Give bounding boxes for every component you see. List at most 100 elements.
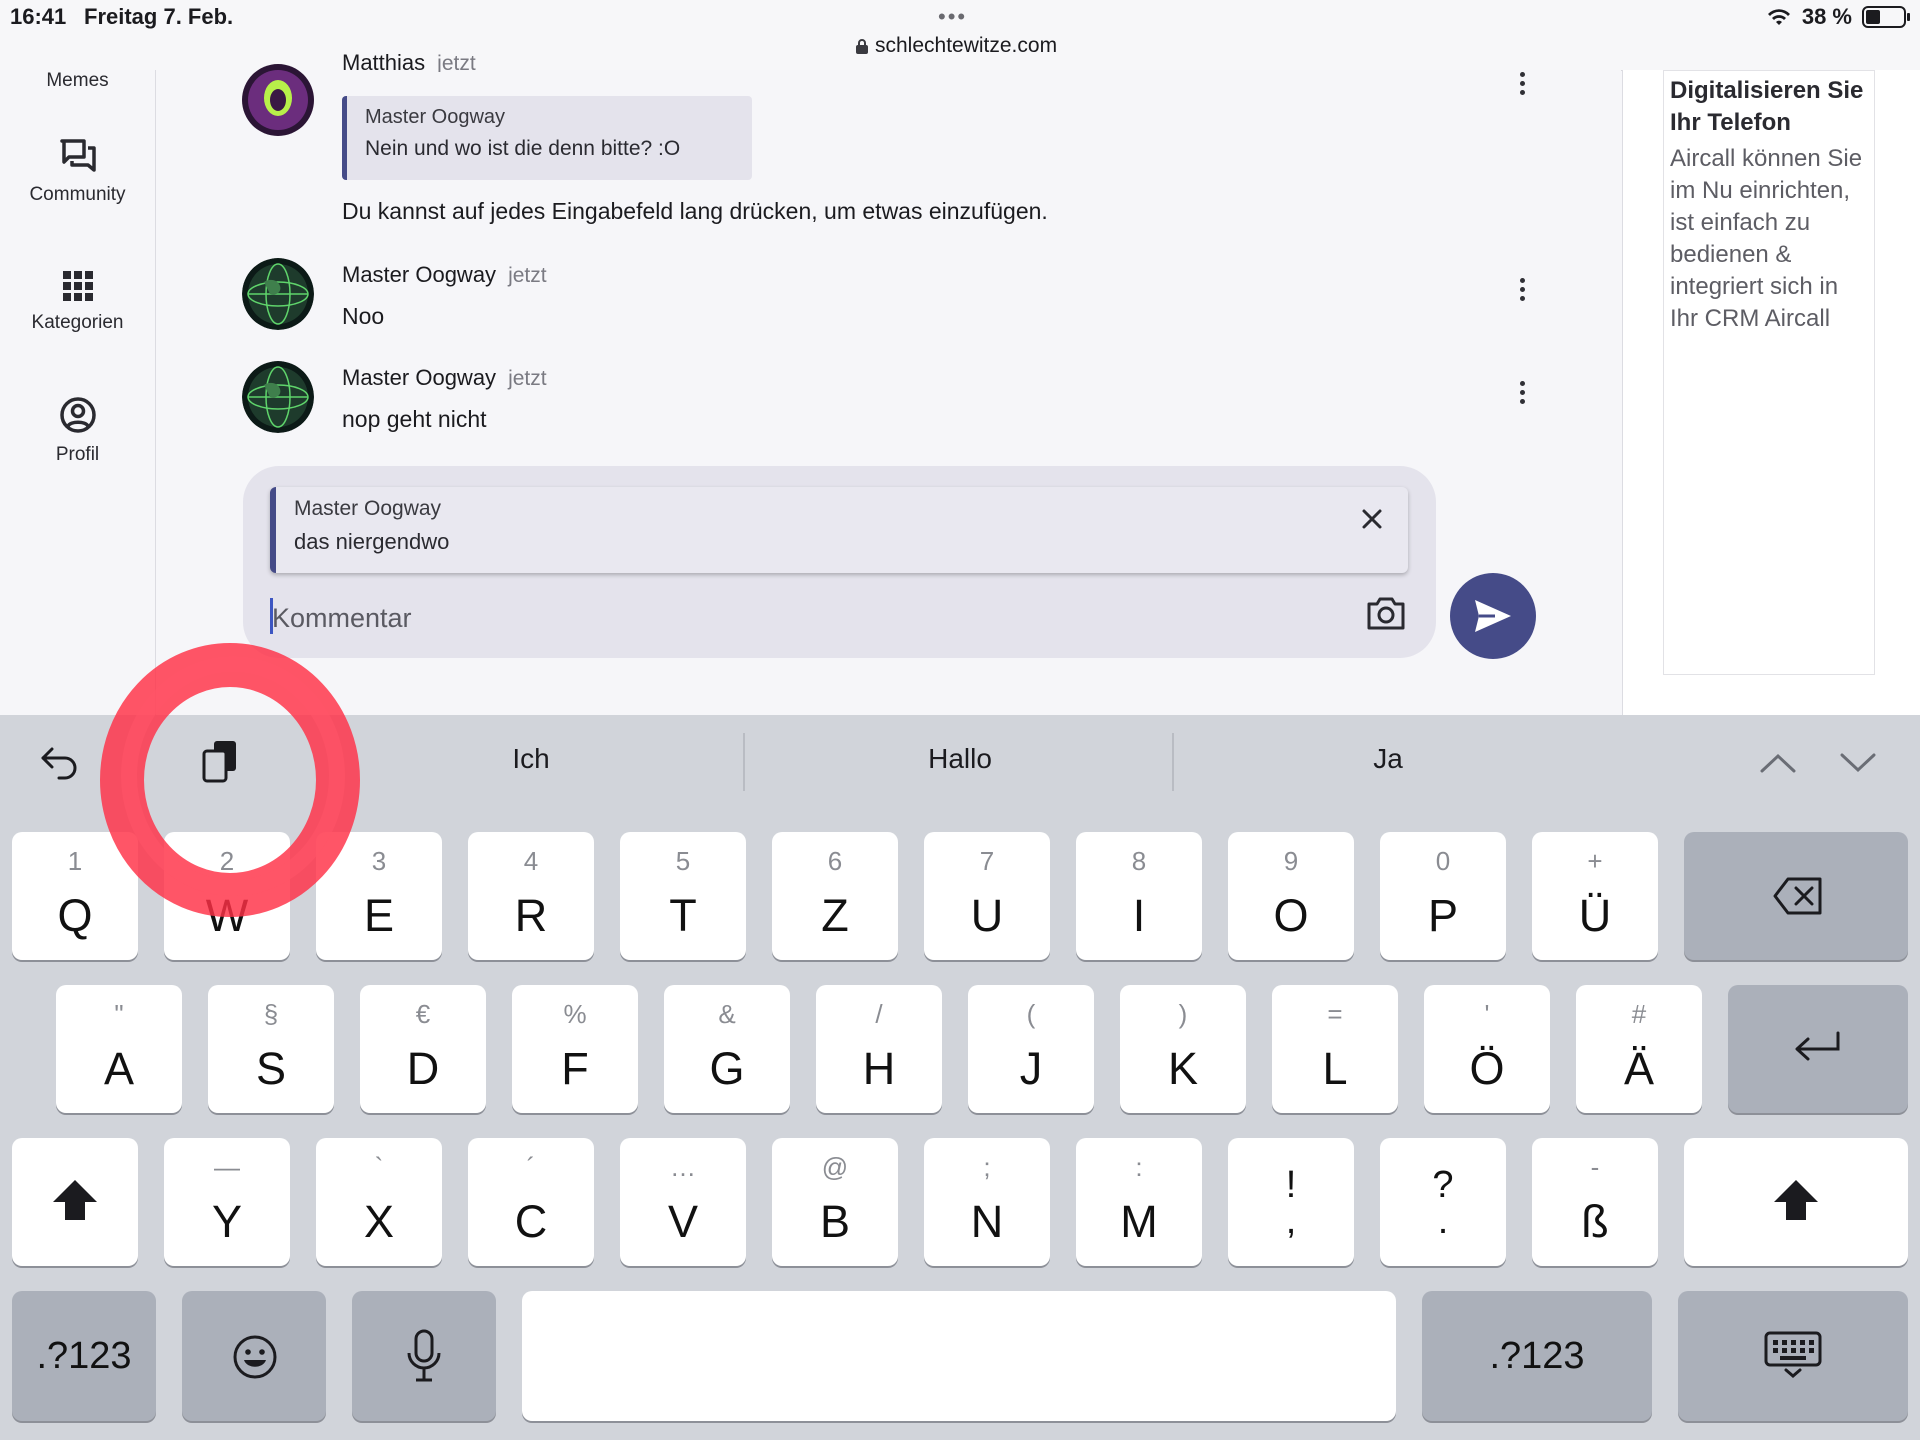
return-icon <box>1795 1031 1840 1061</box>
key-g[interactable]: & G <box>664 985 790 1113</box>
comment-text: nop geht nicht <box>342 406 487 432</box>
shift-key-left[interactable] <box>12 1138 138 1266</box>
text-cursor <box>270 598 273 634</box>
key-comma[interactable]: !, <box>1228 1138 1354 1266</box>
numbers-key-right[interactable]: .?123 <box>1422 1291 1652 1421</box>
key-b[interactable]: @ B <box>772 1138 898 1266</box>
ad-title: Digitalisieren Sie Ihr Telefon <box>1670 77 1864 136</box>
quoted-message: Master Oogway Nein und wo ist die denn b… <box>342 96 752 180</box>
space-key[interactable] <box>522 1291 1396 1421</box>
camera-icon[interactable] <box>1365 595 1407 631</box>
key-c[interactable]: ´ C <box>468 1138 594 1266</box>
key-m[interactable]: :M <box>1076 1138 1202 1266</box>
key-period[interactable]: ?. <box>1380 1138 1506 1266</box>
keyboard-dismiss-icon <box>1764 1331 1822 1378</box>
key-f[interactable]: % F <box>512 985 638 1113</box>
key-y[interactable]: — Y <box>164 1138 290 1266</box>
onscreen-keyboard: Ich Hallo Ja 1Q 2W 3E 4R 5T 6Z 7U 8I 9O … <box>0 715 1920 1440</box>
shift-icon <box>53 1180 97 1220</box>
key-o[interactable]: 9O <box>1228 832 1354 960</box>
status-bar: 16:41 Freitag 7. Feb. ••• schlechtewitze… <box>0 0 1920 71</box>
send-button[interactable] <box>1450 573 1536 659</box>
suggestion-ja[interactable]: Ja <box>1288 743 1488 775</box>
avatar[interactable] <box>242 64 314 136</box>
key-w[interactable]: 2W <box>164 832 290 960</box>
suggestion-hallo[interactable]: Hallo <box>860 743 1060 775</box>
close-icon[interactable] <box>1358 505 1386 533</box>
battery-icon <box>1862 6 1910 28</box>
lock-icon <box>856 39 868 54</box>
sidebar-item-label: Kategorien <box>31 312 124 333</box>
key-i[interactable]: 8I <box>1076 832 1202 960</box>
avatar[interactable] <box>242 258 314 330</box>
sidebar-item-label: Profil <box>55 444 100 465</box>
reply-text: das niergendwo <box>294 529 450 554</box>
comment-author: Master Oogway jetzt <box>342 262 547 287</box>
key-z[interactable]: 6Z <box>772 832 898 960</box>
key-k[interactable]: ) K <box>1120 985 1246 1113</box>
key-p[interactable]: 0P <box>1380 832 1506 960</box>
status-date: Freitag 7. Feb. <box>84 4 234 29</box>
comment-author: Master Oogway jetzt <box>342 365 547 390</box>
key-q[interactable]: 1Q <box>12 832 138 960</box>
sidebar-item-kategorien[interactable]: Kategorien <box>0 270 155 334</box>
dictation-key[interactable] <box>352 1291 496 1421</box>
forum-icon <box>59 139 96 172</box>
reply-preview: Master Oogway das niergendwo <box>270 487 1408 573</box>
chevron-down-icon[interactable] <box>1840 753 1876 773</box>
key-x[interactable]: ` X <box>316 1138 442 1266</box>
more-options-icon[interactable] <box>1519 72 1525 95</box>
multitasking-dots[interactable]: ••• <box>938 4 967 30</box>
divider <box>743 733 745 791</box>
key-j[interactable]: (J <box>968 985 1094 1113</box>
key-v[interactable]: … V <box>620 1138 746 1266</box>
key-oe[interactable]: ' Ö <box>1424 985 1550 1113</box>
sidebar-item-profil[interactable]: Profil <box>0 396 155 466</box>
sidebar-item-community[interactable]: Community <box>0 138 155 206</box>
key-h[interactable]: / H <box>816 985 942 1113</box>
hide-keyboard-key[interactable] <box>1678 1291 1908 1421</box>
shift-key-right[interactable] <box>1684 1138 1908 1266</box>
key-s[interactable]: § S <box>208 985 334 1113</box>
sidebar-item-label: Community <box>29 184 126 205</box>
key-eszett[interactable]: -ß <box>1532 1138 1658 1266</box>
key-d[interactable]: € D <box>360 985 486 1113</box>
avatar[interactable] <box>242 361 314 433</box>
more-options-icon[interactable] <box>1519 381 1525 404</box>
undo-icon[interactable] <box>40 743 80 781</box>
backspace-icon <box>1773 877 1822 915</box>
chevron-up-icon[interactable] <box>1760 753 1796 773</box>
quote-author: Master Oogway <box>365 106 506 128</box>
divider <box>1172 733 1174 791</box>
sidebar-item-memes[interactable]: Memes <box>0 70 155 92</box>
key-e[interactable]: 3E <box>316 832 442 960</box>
suggestion-bar: Ich Hallo Ja <box>0 715 1920 815</box>
return-key[interactable] <box>1728 985 1908 1113</box>
address-bar[interactable]: schlechtewitze.com <box>855 34 1057 58</box>
send-icon <box>1475 600 1511 632</box>
key-u[interactable]: 7U <box>924 832 1050 960</box>
paste-icon[interactable] <box>200 739 240 785</box>
key-t[interactable]: 5T <box>620 832 746 960</box>
more-options-icon[interactable] <box>1519 278 1525 301</box>
status-time: 16:41 <box>10 4 67 29</box>
ad-body: Aircall können Sie im Nu einrichten, ist… <box>1670 145 1863 332</box>
emoji-key[interactable] <box>182 1291 326 1421</box>
ad-card[interactable]: Digitalisieren Sie Ihr Telefon Aircall k… <box>1663 70 1875 675</box>
key-a[interactable]: " A <box>56 985 182 1113</box>
wifi-icon <box>1767 9 1790 25</box>
key-r[interactable]: 4R <box>468 832 594 960</box>
numbers-key-left[interactable]: .?123 <box>12 1291 156 1421</box>
key-l[interactable]: = L <box>1272 985 1398 1113</box>
key-ue[interactable]: + Ü <box>1532 832 1658 960</box>
suggestion-ich[interactable]: Ich <box>431 743 631 775</box>
key-ae[interactable]: # Ä <box>1576 985 1702 1113</box>
account-circle-icon <box>59 397 96 433</box>
shift-icon <box>1774 1180 1818 1220</box>
quote-text: Nein und wo ist die denn bitte? :O <box>365 137 681 160</box>
reply-author: Master Oogway <box>294 497 442 520</box>
grid-icon <box>62 271 93 301</box>
key-n[interactable]: ; N <box>924 1138 1050 1266</box>
comment-input[interactable] <box>270 597 1324 639</box>
backspace-key[interactable] <box>1684 832 1908 960</box>
